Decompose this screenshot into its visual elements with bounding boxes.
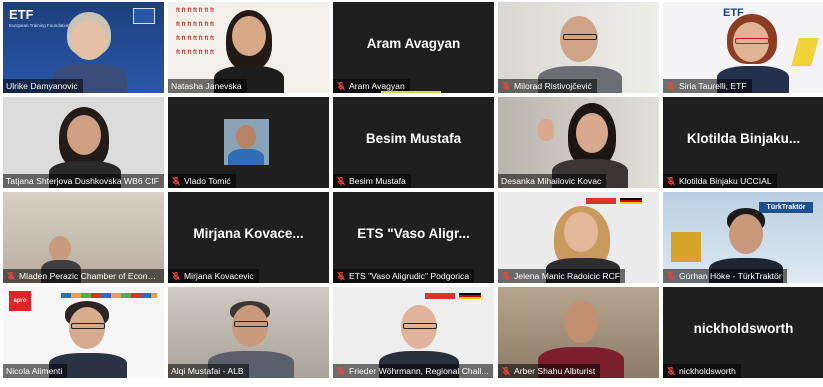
muted-mic-icon <box>337 271 345 281</box>
muted-mic-icon <box>337 366 345 376</box>
participant-name: Siria Taurelli, ETF <box>679 81 747 91</box>
participant-tile[interactable]: ETF European Training Foundation Ulrike … <box>3 2 164 93</box>
participant-name: Klotilda Binjaku UCCIAL <box>679 176 772 186</box>
participant-name: Frieder Wöhrmann, Regional Chall... <box>349 366 489 376</box>
participant-tile[interactable]: ETF Siria Taurelli, ETF <box>663 2 823 93</box>
participant-tile[interactable]: Besim Mustafa Besim Mustafa <box>333 97 494 188</box>
participant-name-placeholder: Aram Avagyan <box>366 36 461 51</box>
participant-name: Milorad Ristivojčević <box>514 81 592 91</box>
participant-name-bar: Natasha Janevska <box>168 79 247 93</box>
participant-tile[interactable]: Mladen Perazic Chamber of Econo... <box>3 192 164 283</box>
participant-name: Alqi Mustafai - ALB <box>171 366 244 376</box>
participant-tile[interactable]: TürkTraktör Gürhan Höke - TürkTraktör <box>663 192 823 283</box>
muted-mic-icon <box>502 366 510 376</box>
sponsor-logo <box>425 293 455 299</box>
participant-name-bar: Mladen Perazic Chamber of Econo... <box>3 269 164 283</box>
muted-mic-icon <box>502 271 510 281</box>
participant-name-placeholder: ETS "Vaso Aligr... <box>357 226 470 241</box>
participant-tile[interactable]: Jelena Manic Radoicic RCF <box>498 192 659 283</box>
participant-tile[interactable]: ft ft ft ft ft ft ft ft ft ft ft ft ft f… <box>168 2 329 93</box>
participant-tile[interactable]: Klotilda Binjaku... Klotilda Binjaku UCC… <box>663 97 823 188</box>
participant-tile[interactable]: Mirjana Kovace... Mirjana Kovacevic <box>168 192 329 283</box>
participant-name-bar: Mirjana Kovacevic <box>168 269 259 283</box>
apro-logo: apro <box>9 291 31 311</box>
muted-mic-icon <box>667 81 675 91</box>
etf-logo: ETF <box>9 7 34 22</box>
participant-name: ETS "Vaso Aligrudic" Podgorica <box>349 271 470 281</box>
participant-name-bar: nickholdsworth <box>663 364 741 378</box>
participant-tile[interactable]: Tatjana Shterjova Dushkovska WB6 CIF <box>3 97 164 188</box>
participant-name-bar: Milorad Ristivojčević <box>498 79 597 93</box>
participant-name: nickholdsworth <box>679 366 736 376</box>
muted-mic-icon <box>337 81 345 91</box>
participant-name-placeholder: Mirjana Kovace... <box>193 226 304 241</box>
muted-mic-icon <box>667 366 675 376</box>
participant-tile[interactable]: Aram Avagyan Aram Avagyan <box>333 2 494 93</box>
participant-tile[interactable]: Milorad Ristivojčević <box>498 2 659 93</box>
sponsor-logo <box>586 198 616 204</box>
participant-name-bar: Jelena Manic Radoicic RCF <box>498 269 626 283</box>
participant-tile[interactable]: Arber Shahu Albturist <box>498 287 659 378</box>
participant-name-placeholder: Klotilda Binjaku... <box>686 131 801 146</box>
participant-name: Jelena Manic Radoicic RCF <box>514 271 621 281</box>
participant-name-placeholder: nickholdsworth <box>693 321 794 336</box>
participant-name-bar: Siria Taurelli, ETF <box>663 79 752 93</box>
participant-name-bar: Alqi Mustafai - ALB <box>168 364 249 378</box>
video-grid: ETF European Training Foundation Ulrike … <box>3 2 823 384</box>
participant-name: Natasha Janevska <box>171 81 242 91</box>
participant-name-bar: ETS "Vaso Aligrudic" Podgorica <box>333 269 475 283</box>
participant-name: Nicola Alimenti <box>6 366 63 376</box>
participant-name-bar: Desanka Mihailovic Kovac <box>498 174 607 188</box>
de-flag-icon <box>459 293 481 299</box>
participant-name-bar: Besim Mustafa <box>333 174 411 188</box>
participant-name: Arber Shahu Albturist <box>514 366 596 376</box>
muted-mic-icon <box>667 271 675 281</box>
participant-name: Besim Mustafa <box>349 176 406 186</box>
muted-mic-icon <box>172 271 180 281</box>
participant-name-bar: Ulrike Damyanovic <box>3 79 83 93</box>
muted-mic-icon <box>667 176 675 186</box>
eu-flag-icon <box>133 8 155 24</box>
participant-name: Gürhan Höke - TürkTraktör <box>679 271 782 281</box>
participant-name: Desanka Mihailovic Kovac <box>501 176 602 186</box>
participant-name: Mladen Perazic Chamber of Econo... <box>19 271 159 281</box>
participant-name-placeholder: Besim Mustafa <box>365 131 462 146</box>
participant-tile[interactable]: ETS "Vaso Aligr... ETS "Vaso Aligrudic" … <box>333 192 494 283</box>
participant-name: Tatjana Shterjova Dushkovska WB6 CIF <box>6 176 159 186</box>
participant-name-bar: Klotilda Binjaku UCCIAL <box>663 174 777 188</box>
de-flag-icon <box>620 198 642 204</box>
muted-mic-icon <box>172 176 180 186</box>
muted-mic-icon <box>337 176 345 186</box>
sponsor-logos <box>61 293 157 298</box>
participant-video <box>224 119 269 165</box>
participant-name-bar: Tatjana Shterjova Dushkovska WB6 CIF <box>3 174 164 188</box>
participant-name-bar: Nicola Alimenti <box>3 364 68 378</box>
participant-tile[interactable]: Vlado Tomić <box>168 97 329 188</box>
participant-tile[interactable]: apro Nicola Alimenti <box>3 287 164 378</box>
participant-tile[interactable]: Frieder Wöhrmann, Regional Chall... <box>333 287 494 378</box>
muted-mic-icon <box>502 81 510 91</box>
participant-name: Mirjana Kovacevic <box>184 271 254 281</box>
active-speaker-indicator <box>381 91 441 93</box>
participant-name-bar: Gürhan Höke - TürkTraktör <box>663 269 787 283</box>
participant-name: Ulrike Damyanovic <box>6 81 78 91</box>
muted-mic-icon <box>7 271 15 281</box>
participant-tile-active-speaker[interactable]: Alqi Mustafai - ALB <box>168 287 329 378</box>
participant-name-bar: Frieder Wöhrmann, Regional Chall... <box>333 364 494 378</box>
participant-name-bar: Arber Shahu Albturist <box>498 364 601 378</box>
participant-tile[interactable]: nickholdsworth nickholdsworth <box>663 287 823 378</box>
participant-tile[interactable]: Desanka Mihailovic Kovac <box>498 97 659 188</box>
backdrop-tractor <box>671 232 701 262</box>
participant-name-bar: Vlado Tomić <box>168 174 236 188</box>
participant-name: Vlado Tomić <box>184 176 231 186</box>
